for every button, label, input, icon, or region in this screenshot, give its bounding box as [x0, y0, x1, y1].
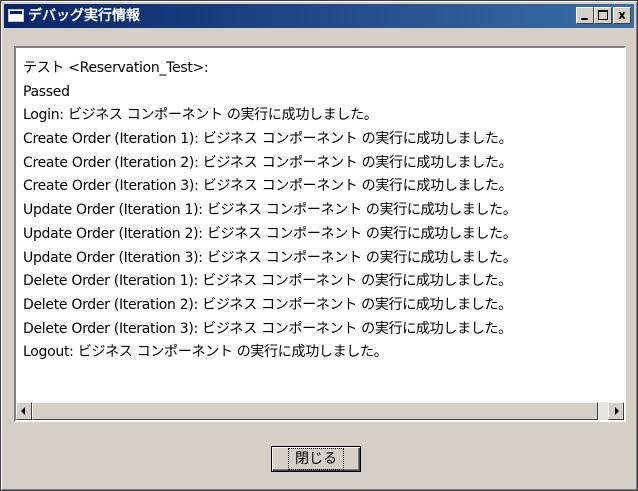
window-app-icon — [8, 9, 24, 22]
title-bar[interactable]: デバッグ実行情報 x — [4, 4, 634, 28]
horizontal-scrollbar[interactable] — [16, 402, 624, 420]
scrollbar-thumb[interactable] — [32, 402, 598, 420]
log-line: テスト <Reservation_Test>: — [23, 60, 209, 76]
maximize-button[interactable] — [594, 7, 612, 24]
window-title: デバッグ実行情報 — [28, 8, 140, 24]
log-line: Passed — [23, 83, 70, 100]
log-line: Login: ビジネス コンポーネント の実行に成功しました。 — [23, 107, 378, 124]
log-line: Create Order (Iteration 3): ビジネス コンポーネント… — [23, 178, 513, 195]
log-line: Update Order (Iteration 1): ビジネス コンポーネント… — [23, 202, 517, 219]
log-line: Create Order (Iteration 1): ビジネス コンポーネント… — [23, 131, 513, 148]
log-line: Update Order (Iteration 3): ビジネス コンポーネント… — [23, 249, 517, 266]
log-lines: テスト <Reservation_Test>: Passed Login: ビジ… — [23, 57, 620, 365]
close-window-button[interactable]: x — [613, 7, 631, 24]
log-line: Create Order (Iteration 2): ビジネス コンポーネント… — [23, 154, 513, 171]
log-line: Update Order (Iteration 2): ビジネス コンポーネント… — [23, 225, 517, 242]
arrow-left-icon[interactable] — [16, 402, 32, 420]
close-button[interactable]: 閉じる — [271, 446, 361, 472]
log-text-area[interactable]: テスト <Reservation_Test>: Passed Login: ビジ… — [14, 46, 626, 422]
scrollbar-track[interactable] — [32, 402, 608, 420]
log-line: Logout: ビジネス コンポーネント の実行に成功しました。 — [23, 344, 388, 361]
minimize-button[interactable] — [576, 7, 594, 24]
log-line: Delete Order (Iteration 3): ビジネス コンポーネント… — [23, 320, 512, 337]
log-line: Delete Order (Iteration 1): ビジネス コンポーネント… — [23, 273, 512, 290]
debug-info-window: デバッグ実行情報 x テスト <Reservation_Test>: Passe… — [0, 0, 638, 491]
close-button-label: 閉じる — [288, 448, 344, 470]
arrow-right-icon[interactable] — [608, 402, 624, 420]
log-line: Delete Order (Iteration 2): ビジネス コンポーネント… — [23, 296, 512, 313]
